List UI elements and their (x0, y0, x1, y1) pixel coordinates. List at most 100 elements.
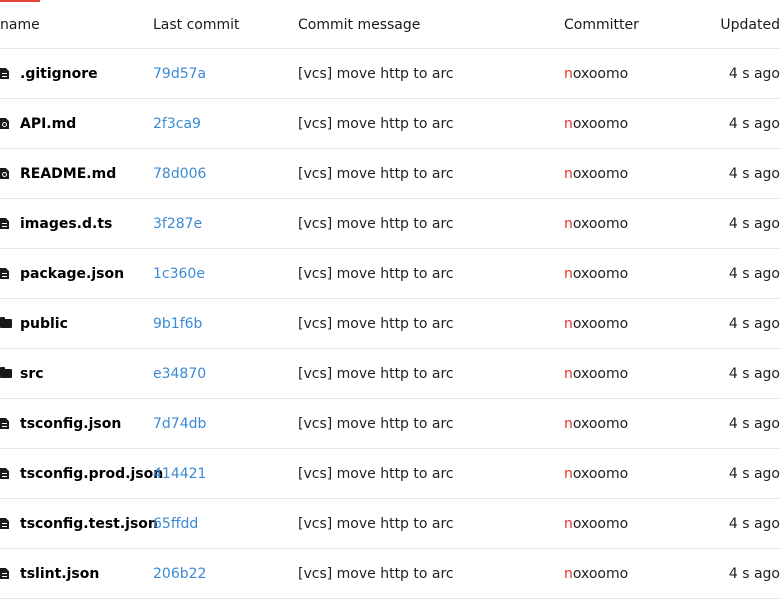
table-row[interactable]: README.md 78d006 [vcs] move http to arc nox… (0, 149, 780, 199)
updated-time: 4 s ago (728, 315, 780, 332)
commit-hash-link[interactable]: 414421 (153, 466, 206, 482)
committer-name-rest: oxoomo (572, 115, 629, 132)
file-name-cell[interactable]: tsconfig.json (0, 399, 121, 448)
folder-icon (0, 367, 12, 378)
table-header: name Last commit Commit message Committe… (0, 0, 780, 49)
committer-name-rest: oxoomo (572, 315, 629, 332)
committer-name-rest: oxoomo (572, 465, 629, 482)
commit-message: [vcs] move http to arc (298, 515, 454, 532)
committer-initial: n (564, 265, 573, 282)
file-name-cell[interactable]: package.json (0, 249, 124, 298)
table-row[interactable]: public 9b1f6b [vcs] move http to arc noxoom… (0, 299, 780, 349)
file-name-link[interactable]: public (20, 316, 68, 332)
commit-hash-link[interactable]: 9b1f6b (153, 316, 202, 332)
commit-message: [vcs] move http to arc (298, 315, 454, 332)
file-name-cell[interactable]: images.d.ts (0, 199, 112, 248)
commit-hash-link[interactable]: 65ffdd (153, 516, 198, 532)
committer-initial: n (564, 565, 573, 582)
updated-time: 4 s ago (728, 515, 780, 532)
file-name-link[interactable]: .gitignore (20, 66, 98, 82)
file-table: name Last commit Commit message Committe… (0, 0, 780, 599)
commit-message: [vcs] move http to arc (298, 265, 454, 282)
committer-initial: n (564, 165, 573, 182)
file-icon (0, 518, 9, 529)
folder-icon (0, 317, 12, 328)
table-row[interactable]: tsconfig.json 7d74db [vcs] move http to ar… (0, 399, 780, 449)
file-name-cell[interactable]: public (0, 299, 68, 348)
committer-name[interactable]: noxoomo (564, 116, 628, 132)
committer-name-rest: oxoomo (572, 565, 629, 582)
committer-name[interactable]: noxoomo (564, 466, 628, 482)
commit-message: [vcs] move http to arc (298, 215, 454, 232)
file-name-link[interactable]: tslint.json (20, 566, 99, 582)
table-row[interactable]: tsconfig.test.json 65ffdd [vcs] move http … (0, 499, 780, 549)
committer-initial: n (564, 115, 573, 132)
table-row[interactable]: tslint.json 206b22 [vcs] move http to arc n… (0, 549, 780, 599)
committer-name-rest: oxoomo (572, 215, 629, 232)
file-name-cell[interactable]: .gitignore (0, 49, 98, 98)
commit-hash-link[interactable]: 206b22 (153, 566, 206, 582)
file-name-cell[interactable]: README.md (0, 149, 116, 198)
committer-initial: n (564, 465, 573, 482)
committer-initial: n (564, 515, 573, 532)
table-row[interactable]: API.md 2f3ca9 [vcs] move http to arc noxoom… (0, 99, 780, 149)
commit-hash-link[interactable]: 78d006 (153, 166, 206, 182)
table-row[interactable]: tsconfig.prod.json 414421 [vcs] move http … (0, 449, 780, 499)
committer-name[interactable]: noxoomo (564, 566, 628, 582)
commit-message: [vcs] move http to arc (298, 415, 454, 432)
updated-time: 4 s ago (728, 415, 780, 432)
committer-name-rest: oxoomo (572, 415, 629, 432)
file-name-cell[interactable]: tsconfig.prod.json (0, 449, 163, 498)
commit-hash-link[interactable]: 79d57a (153, 66, 206, 82)
commit-hash-link[interactable]: 2f3ca9 (153, 116, 201, 132)
file-name-link[interactable]: package.json (20, 266, 124, 282)
table-row[interactable]: package.json 1c360e [vcs] move http to arc… (0, 249, 780, 299)
committer-name[interactable]: noxoomo (564, 366, 628, 382)
committer-name[interactable]: noxoomo (564, 216, 628, 232)
file-name-link[interactable]: API.md (20, 116, 76, 132)
file-icon (0, 68, 9, 79)
updated-time: 4 s ago (728, 465, 780, 482)
table-row[interactable]: src e34870 [vcs] move http to arc noxoomo 4 … (0, 349, 780, 399)
file-name-cell[interactable]: tsconfig.test.json (0, 499, 158, 548)
markdown-file-icon (0, 118, 9, 129)
file-name-cell[interactable]: src (0, 349, 44, 398)
updated-time: 4 s ago (728, 215, 780, 232)
committer-initial: n (564, 215, 573, 232)
column-header-name[interactable]: name (0, 0, 40, 49)
committer-name[interactable]: noxoomo (564, 66, 628, 82)
table-row[interactable]: .gitignore 79d57a [vcs] move http to arc no… (0, 49, 780, 99)
file-name-cell[interactable]: tslint.json (0, 549, 99, 598)
file-name-link[interactable]: tsconfig.prod.json (20, 466, 163, 482)
committer-name[interactable]: noxoomo (564, 166, 628, 182)
column-header-updated[interactable]: Updated (720, 0, 780, 49)
updated-time: 4 s ago (728, 565, 780, 582)
file-name-cell[interactable]: API.md (0, 99, 76, 148)
table-row[interactable]: images.d.ts 3f287e [vcs] move http to arc n… (0, 199, 780, 249)
commit-hash-link[interactable]: 3f287e (153, 216, 202, 232)
commit-hash-link[interactable]: 1c360e (153, 266, 205, 282)
file-name-link[interactable]: tsconfig.json (20, 416, 121, 432)
table-body: .gitignore 79d57a [vcs] move http to arc no… (0, 49, 780, 599)
committer-name[interactable]: noxoomo (564, 266, 628, 282)
commit-message: [vcs] move http to arc (298, 115, 454, 132)
commit-message: [vcs] move http to arc (298, 65, 454, 82)
file-name-link[interactable]: src (20, 366, 44, 382)
committer-name[interactable]: noxoomo (564, 316, 628, 332)
committer-name[interactable]: noxoomo (564, 416, 628, 432)
commit-message: [vcs] move http to arc (298, 165, 454, 182)
commit-hash-link[interactable]: 7d74db (153, 416, 206, 432)
file-name-link[interactable]: images.d.ts (20, 216, 112, 232)
committer-name-rest: oxoomo (572, 265, 629, 282)
file-name-link[interactable]: tsconfig.test.json (20, 516, 158, 532)
commit-hash-link[interactable]: e34870 (153, 366, 206, 382)
committer-initial: n (564, 315, 573, 332)
updated-time: 4 s ago (728, 365, 780, 382)
column-header-committer[interactable]: Committer (564, 0, 639, 49)
column-header-last-commit[interactable]: Last commit (153, 0, 240, 49)
committer-name-rest: oxoomo (572, 365, 629, 382)
commit-message: [vcs] move http to arc (298, 465, 454, 482)
column-header-commit-message[interactable]: Commit message (298, 0, 420, 49)
file-name-link[interactable]: README.md (20, 166, 116, 182)
committer-name[interactable]: noxoomo (564, 516, 628, 532)
